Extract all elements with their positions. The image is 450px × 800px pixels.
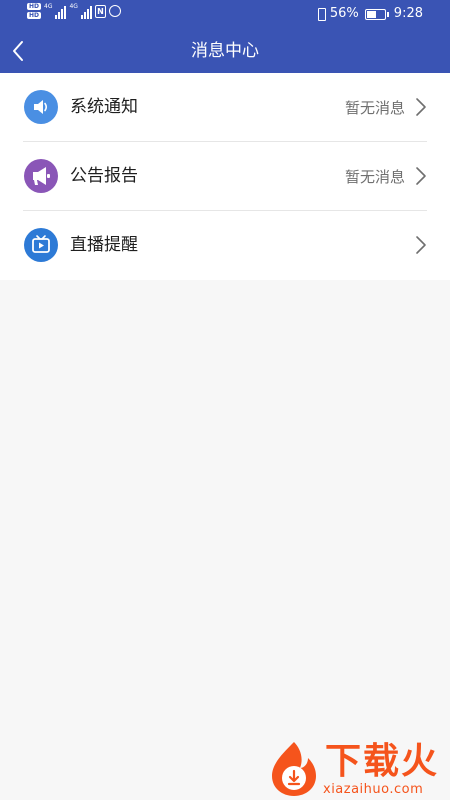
clock: 9:28 bbox=[393, 6, 423, 21]
app-header: 消息中心 bbox=[0, 30, 450, 73]
megaphone-icon bbox=[24, 159, 58, 193]
network-type-label: 4G bbox=[69, 3, 78, 10]
chevron-right-icon bbox=[416, 236, 426, 254]
list-item-label: 公告报告 bbox=[70, 166, 138, 186]
alarm-icon bbox=[108, 5, 121, 17]
signal-icon bbox=[80, 5, 92, 19]
watermark-url: xiazaihuo.com bbox=[323, 782, 424, 797]
vibrate-icon bbox=[317, 7, 326, 21]
flame-logo-icon bbox=[272, 742, 316, 796]
speaker-icon bbox=[24, 90, 58, 124]
status-bar: HD HD 4G 4G N 56% 9:28 bbox=[0, 0, 450, 30]
chevron-right-icon bbox=[416, 167, 426, 185]
watermark-title: 下载火 bbox=[325, 741, 440, 782]
signal-icon bbox=[55, 5, 67, 19]
network-type-label: 4G bbox=[44, 3, 53, 10]
page-title: 消息中心 bbox=[191, 41, 259, 61]
list-item-status: 暂无消息 bbox=[344, 168, 405, 186]
watermark: 下载火 xiazaihuo.com bbox=[265, 740, 450, 800]
hd-badge: HD bbox=[27, 12, 42, 19]
hd-badge: HD bbox=[27, 3, 42, 10]
list-item-live-reminder[interactable]: 直播提醒 bbox=[23, 210, 427, 279]
tv-icon bbox=[24, 228, 58, 262]
battery-percent: 56% bbox=[329, 6, 359, 21]
list-item-announcements[interactable]: 公告报告 暂无消息 bbox=[23, 141, 427, 210]
list-item-system-notice[interactable]: 系统通知 暂无消息 bbox=[23, 73, 427, 141]
list-item-label: 系统通知 bbox=[70, 97, 138, 117]
list-item-label: 直播提醒 bbox=[70, 235, 138, 255]
nfc-icon: N bbox=[94, 5, 106, 18]
hd-badges: HD HD bbox=[27, 3, 42, 19]
battery-fill bbox=[366, 10, 376, 18]
message-list: 系统通知 暂无消息 公告报告 暂无消息 直播提醒 bbox=[0, 73, 450, 280]
battery-icon bbox=[364, 8, 389, 20]
status-icons-left: HD HD 4G 4G N bbox=[27, 3, 121, 19]
list-item-status: 暂无消息 bbox=[344, 99, 405, 117]
chevron-right-icon bbox=[416, 98, 426, 116]
status-icons-right: 56% 9:28 bbox=[317, 6, 423, 22]
